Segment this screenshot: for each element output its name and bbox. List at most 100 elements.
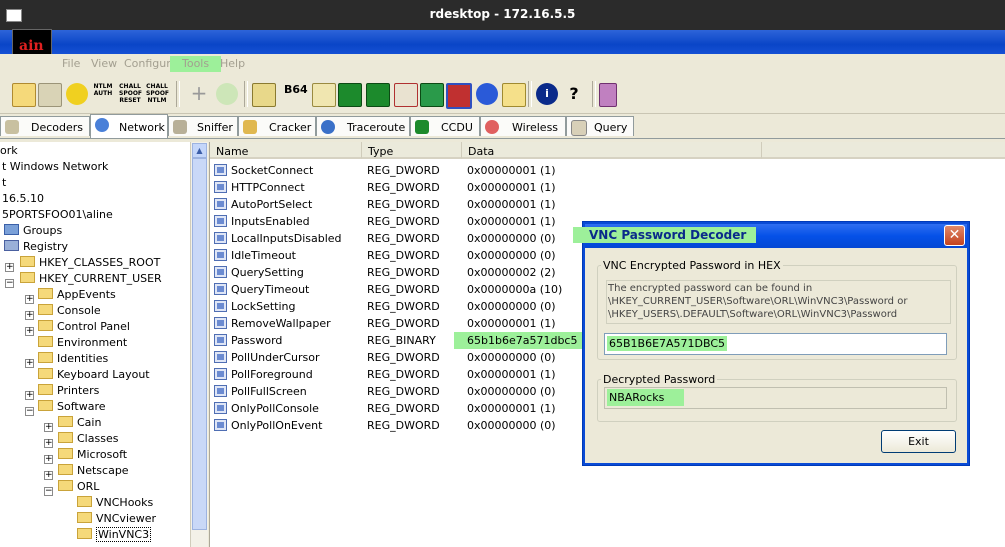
tree-item[interactable]: ORL bbox=[58, 480, 99, 496]
tree-item[interactable]: VNCHooks bbox=[77, 496, 153, 512]
key-icon[interactable] bbox=[502, 83, 526, 107]
tab-decoders[interactable]: Decoders bbox=[0, 116, 90, 136]
encrypted-password-input[interactable]: 65B1B6E7A571DBC5 bbox=[604, 333, 947, 355]
column-header-data[interactable]: Data bbox=[462, 142, 762, 159]
query-icon bbox=[571, 120, 587, 136]
tree-item[interactable]: AppEvents bbox=[38, 288, 116, 304]
document-icon[interactable] bbox=[394, 83, 418, 107]
chall-spoof-reset-icon[interactable]: CHALL SPOOF RESET bbox=[119, 83, 142, 104]
tab-query[interactable]: Query bbox=[566, 116, 634, 136]
column-header-filler bbox=[762, 142, 1005, 159]
help-icon[interactable]: ? bbox=[563, 83, 585, 105]
tree-item[interactable]: Software bbox=[38, 400, 106, 416]
tree-item[interactable]: Console bbox=[38, 304, 101, 320]
tree-view[interactable]: ork t Windows Network t 16.5.10 5PORTSFO… bbox=[0, 142, 190, 547]
row-data: 0x00000000 (0) bbox=[467, 419, 556, 432]
table-row[interactable]: AutoPortSelect REG_DWORD 0x00000001 (1) bbox=[210, 196, 762, 213]
menu-view[interactable]: View bbox=[91, 57, 117, 70]
tab-label: CCDU bbox=[441, 121, 473, 134]
calculator-icon[interactable] bbox=[420, 83, 444, 107]
satellite-icon[interactable] bbox=[476, 83, 498, 105]
row-name: PollForeground bbox=[231, 368, 313, 381]
recycle-icon[interactable] bbox=[216, 83, 238, 105]
row-type: REG_DWORD bbox=[367, 385, 440, 398]
tab-ccdu[interactable]: CCDU bbox=[410, 116, 480, 136]
ccdu-icon bbox=[415, 120, 429, 134]
tree-item[interactable]: Netscape bbox=[58, 464, 129, 480]
ntlm-auth-icon[interactable]: NTLM AUTH bbox=[92, 83, 114, 97]
tree-item[interactable]: Environment bbox=[38, 336, 127, 352]
tree-item[interactable]: Keyboard Layout bbox=[38, 368, 150, 384]
registry-value-icon bbox=[214, 300, 227, 312]
key-note-icon[interactable] bbox=[312, 83, 336, 107]
decrypted-password-field[interactable]: NBARocks bbox=[604, 387, 947, 409]
chall-spoof-ntlm-icon[interactable]: CHALL SPOOF NTLM bbox=[146, 83, 169, 104]
expand-icon[interactable]: + bbox=[25, 311, 34, 320]
column-header-type[interactable]: Type bbox=[362, 142, 462, 159]
collapse-icon[interactable]: − bbox=[25, 407, 34, 416]
tab-cracker[interactable]: Cracker bbox=[238, 116, 316, 136]
scroll-up-icon[interactable]: ▲ bbox=[192, 143, 207, 158]
column-header-name[interactable]: Name bbox=[210, 142, 362, 159]
radiation-icon[interactable] bbox=[66, 83, 88, 105]
row-name: InputsEnabled bbox=[231, 215, 310, 228]
dialog-title-bar[interactable]: VNC Password Decoder bbox=[573, 224, 967, 248]
close-icon[interactable]: ✕ bbox=[944, 225, 965, 246]
tree-item[interactable]: HKEY_CLASSES_ROOT bbox=[20, 256, 160, 272]
table-row[interactable]: HTTPConnect REG_DWORD 0x00000001 (1) bbox=[210, 179, 762, 196]
terminal-icon[interactable] bbox=[338, 83, 362, 107]
tree-item[interactable]: Printers bbox=[38, 384, 99, 400]
base64-icon[interactable]: B64 bbox=[284, 83, 308, 105]
scroll-thumb[interactable] bbox=[192, 158, 207, 530]
tree-item[interactable]: Cain bbox=[58, 416, 101, 432]
tree-item[interactable]: ork bbox=[0, 144, 18, 160]
collapse-icon[interactable]: − bbox=[44, 487, 53, 496]
tree-item[interactable]: t Windows Network bbox=[2, 160, 108, 176]
expand-icon[interactable]: + bbox=[25, 359, 34, 368]
row-name: LockSetting bbox=[231, 300, 296, 313]
tab-sniffer[interactable]: Sniffer bbox=[168, 116, 238, 136]
menu-tools[interactable]: Tools bbox=[170, 56, 222, 72]
toolbar: NTLM AUTH CHALL SPOOF RESET CHALL SPOOF … bbox=[0, 75, 1005, 114]
tab-wireless[interactable]: Wireless bbox=[480, 116, 566, 136]
tree-item-selected[interactable]: WinVNC3 bbox=[77, 527, 152, 544]
expand-icon[interactable]: + bbox=[25, 327, 34, 336]
tree-scrollbar[interactable]: ▲ bbox=[190, 142, 208, 547]
tree-item[interactable]: 5PORTSFOO01\aline bbox=[2, 208, 113, 224]
exit-button[interactable]: Exit bbox=[881, 430, 956, 453]
sniffer-start-icon[interactable] bbox=[38, 83, 62, 107]
exit-app-icon[interactable] bbox=[599, 83, 617, 107]
expand-icon[interactable]: + bbox=[5, 263, 14, 272]
network-card-icon[interactable] bbox=[446, 83, 472, 109]
expand-icon[interactable]: + bbox=[44, 439, 53, 448]
tree-item[interactable]: Classes bbox=[58, 432, 118, 448]
tree-label: Console bbox=[57, 304, 101, 317]
expand-icon[interactable]: + bbox=[25, 295, 34, 304]
tree-item[interactable]: Microsoft bbox=[58, 448, 127, 464]
vpn-icon[interactable] bbox=[366, 83, 390, 107]
menu-help[interactable]: Help bbox=[220, 57, 245, 70]
tree-item[interactable]: VNCviewer bbox=[77, 512, 156, 528]
expand-icon[interactable]: + bbox=[44, 471, 53, 480]
tree-item[interactable]: 16.5.10 bbox=[2, 192, 44, 208]
open-folder-icon[interactable] bbox=[12, 83, 36, 107]
tree-item[interactable]: Control Panel bbox=[38, 320, 130, 336]
certificate-icon[interactable] bbox=[252, 83, 276, 107]
collapse-icon[interactable]: − bbox=[5, 279, 14, 288]
dialog-title: VNC Password Decoder bbox=[573, 227, 757, 243]
expand-icon[interactable]: + bbox=[25, 391, 34, 400]
add-icon[interactable]: + bbox=[188, 83, 210, 105]
tab-label: Network bbox=[119, 121, 165, 134]
table-row[interactable]: SocketConnect REG_DWORD 0x00000001 (1) bbox=[210, 162, 762, 179]
info-icon[interactable]: i bbox=[536, 83, 558, 105]
tree-item-groups[interactable]: Groups bbox=[4, 224, 62, 240]
tab-traceroute[interactable]: Traceroute bbox=[316, 116, 410, 136]
tree-item[interactable]: HKEY_CURRENT_USER bbox=[20, 272, 162, 288]
tab-network[interactable]: Network bbox=[90, 114, 168, 138]
tree-item-registry[interactable]: Registry bbox=[4, 240, 68, 256]
tree-item[interactable]: Identities bbox=[38, 352, 108, 368]
tree-item[interactable]: t bbox=[2, 176, 6, 192]
menu-file[interactable]: File bbox=[62, 57, 80, 70]
expand-icon[interactable]: + bbox=[44, 423, 53, 432]
expand-icon[interactable]: + bbox=[44, 455, 53, 464]
